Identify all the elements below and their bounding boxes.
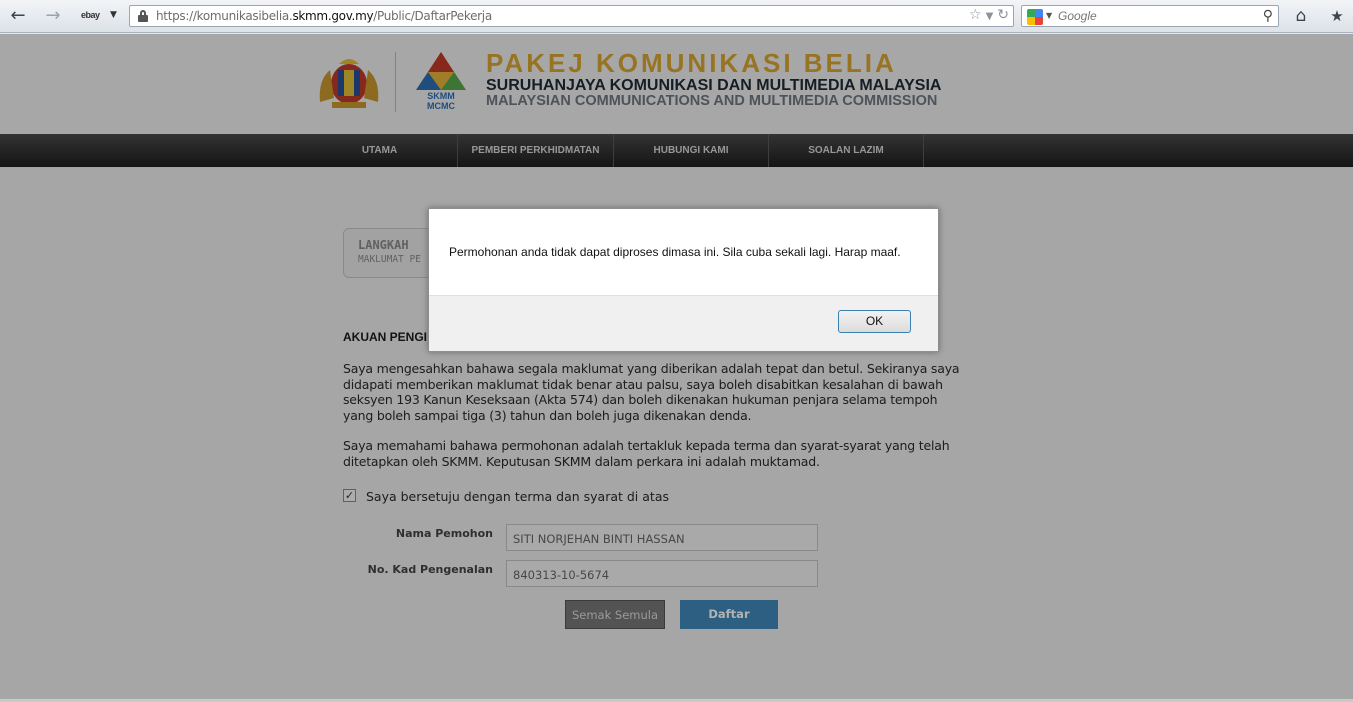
home-icon[interactable]: ⌂ [1290,6,1312,26]
lock-icon [138,10,148,22]
bookmarks-icon[interactable]: ★ [1326,6,1348,26]
reload-icon[interactable]: ↻ [997,7,1009,23]
url-bar[interactable]: https://komunikasibelia.skmm.gov.my/Publ… [129,5,1014,27]
chevron-down-icon[interactable]: ▼ [1046,11,1052,20]
modal-overlay [0,34,1353,702]
search-engine-label[interactable]: ebay [81,10,100,20]
star-icon[interactable]: ☆ [969,7,982,23]
chevron-down-icon[interactable]: ▼ [986,11,994,22]
search-bar[interactable]: ▼ Google ⚲ [1021,5,1279,27]
alert-dialog: Permohonan anda tidak dapat diproses dim… [428,208,939,352]
chevron-down-icon[interactable]: ▼ [110,10,117,20]
browser-toolbar: ← → ebay ▼ https://komunikasibelia.skmm.… [0,0,1353,33]
google-icon[interactable] [1027,9,1043,25]
forward-arrow-icon[interactable]: → [42,6,64,26]
search-icon[interactable]: ⚲ [1263,8,1273,24]
alert-message: Permohonan anda tidak dapat diproses dim… [449,245,901,259]
ok-button[interactable]: OK [838,310,911,333]
dialog-footer: OK [429,295,938,351]
search-input[interactable]: Google [1058,9,1097,23]
back-arrow-icon[interactable]: ← [7,6,29,26]
url-text[interactable]: https://komunikasibelia.skmm.gov.my/Publ… [156,9,492,23]
